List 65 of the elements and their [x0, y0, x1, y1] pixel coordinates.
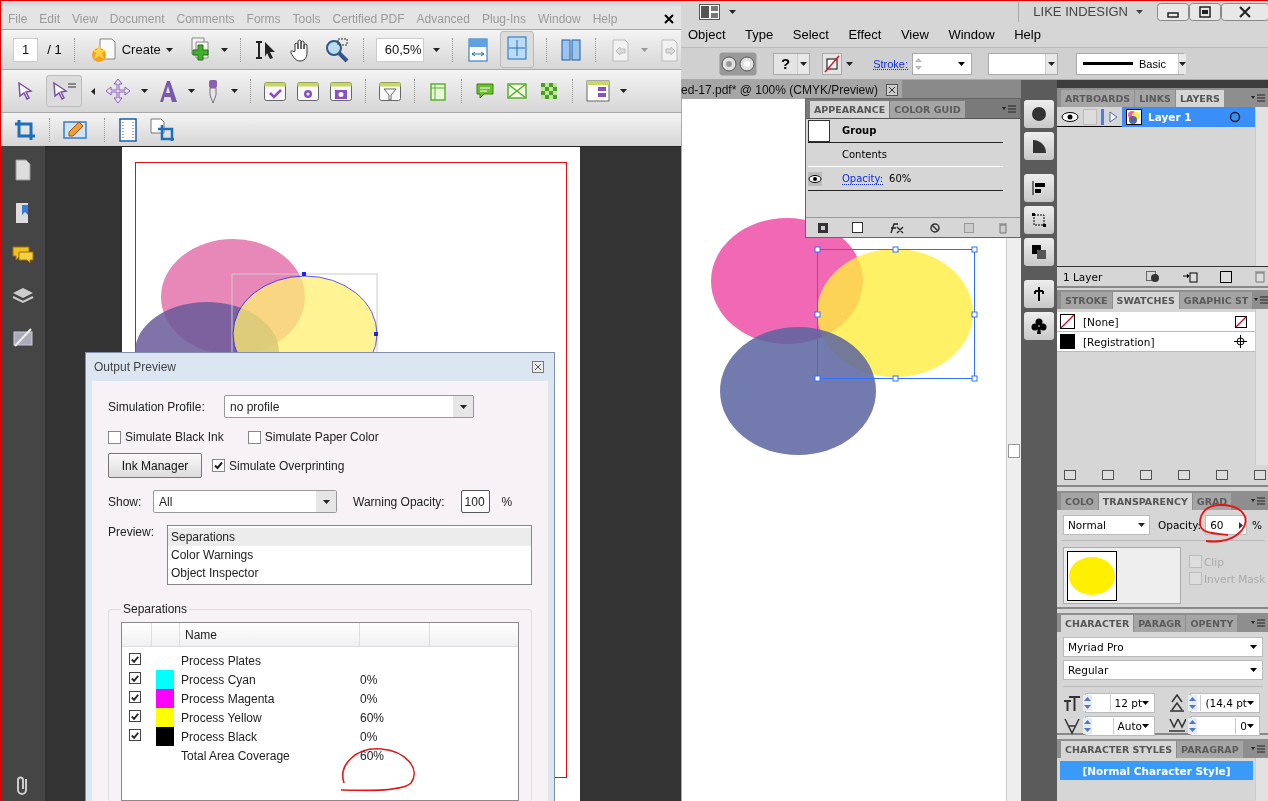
table-cell-text: Process Yellow	[180, 710, 263, 725]
tracking-field[interactable]: 0	[1190, 716, 1260, 736]
menu-item[interactable]: View	[900, 27, 929, 42]
warning-opacity-field[interactable]: 100	[460, 490, 490, 513]
panel-tab[interactable]: APPEARANCE	[810, 101, 890, 118]
field-label: Preview:	[108, 525, 155, 539]
menu-item[interactable]: Window	[948, 27, 995, 42]
table-cell-text: 0%	[360, 729, 379, 744]
menu-item[interactable]: Help	[1014, 27, 1041, 42]
panel-tab[interactable]: SWATCHES	[1112, 292, 1179, 309]
kerning-field[interactable]: Auto	[1085, 716, 1155, 736]
unit-label: %	[1251, 519, 1263, 531]
checkbox-label: Simulate Black Ink	[125, 430, 224, 444]
panel-tab[interactable]: LAYERS	[1175, 90, 1224, 107]
field-label: Simulation Profile:	[108, 399, 206, 414]
menu-item[interactable]: Effect	[848, 27, 882, 42]
font-size-field[interactable]: 12 pt	[1085, 693, 1155, 713]
document-tab[interactable]: ed-17.pdf* @ 100% (CMYK/Preview)	[681, 80, 902, 99]
attribute-value: 60%	[889, 173, 912, 184]
table-cell-text: 0%	[360, 691, 379, 706]
unit-label: %	[501, 494, 513, 509]
create-button[interactable]: Create	[86, 33, 175, 66]
attribute-link[interactable]: Opacity:	[842, 172, 884, 185]
stroke-style-dropdown[interactable]: Basic	[1076, 52, 1185, 75]
list-item[interactable]: Object Inspector	[168, 564, 531, 582]
leading-field[interactable]: (14,4 pt	[1190, 693, 1260, 713]
menu-item[interactable]: Type	[745, 27, 774, 42]
table-cell-text: Process Magenta	[180, 691, 276, 706]
font-style-dropdown[interactable]: Regular	[1063, 660, 1263, 680]
show-dropdown[interactable]: All	[153, 490, 337, 513]
blend-mode-dropdown[interactable]: Normal	[1063, 515, 1150, 535]
field-label: Warning Opacity:	[353, 494, 445, 509]
help-dropdown[interactable]: ?	[773, 52, 811, 75]
stroke-link[interactable]: Stroke:	[873, 57, 909, 70]
menu-item[interactable]: Object	[688, 27, 726, 42]
panel-tab[interactable]: CHARACTER	[1061, 615, 1134, 632]
opacity-field[interactable]: 60	[1205, 515, 1247, 535]
object-type: Group	[842, 125, 877, 136]
list-item[interactable]: Color Warnings	[168, 546, 531, 564]
layer-count: 1 Layer	[1063, 270, 1103, 283]
table-cell-text: 0%	[360, 672, 379, 687]
font-family-dropdown[interactable]: Myriad Pro	[1063, 637, 1263, 657]
panel-tab[interactable]: CHARACTER STYLES	[1061, 741, 1177, 758]
table-cell-text: Total Area Coverage	[180, 748, 291, 763]
contents-label[interactable]: Contents	[842, 149, 887, 160]
group-title: Separations	[122, 602, 189, 616]
ink-manager-button[interactable]: Ink Manager	[108, 453, 202, 478]
dialog-title: Output Preview	[94, 360, 177, 374]
table-cell-text: Process Plates	[180, 653, 263, 668]
workspace-switcher[interactable]: LIKE INDESIGN	[1033, 4, 1128, 19]
page-number-field[interactable]: 1	[13, 37, 39, 62]
table-cell-text: Process Black	[180, 729, 259, 744]
simulation-profile-dropdown[interactable]: no profile	[224, 395, 474, 418]
table-cell-text: 60%	[360, 710, 386, 725]
zoom-field[interactable]: 60,5%	[375, 37, 424, 62]
list-item[interactable]: Separations	[168, 528, 531, 546]
field-label: Show:	[108, 494, 143, 509]
field-label: Opacity:	[1158, 519, 1202, 531]
menu-item[interactable]: Select	[792, 27, 829, 42]
checkbox-label: Simulate Overprinting	[229, 458, 345, 473]
table-cell-text: Process Cyan	[180, 672, 257, 687]
page-count: / 1	[47, 42, 62, 57]
checkbox-label: Simulate Paper Color	[264, 430, 379, 444]
table-cell-text: 60%	[360, 748, 386, 763]
panel-tab[interactable]: TRANSPARENCY	[1098, 493, 1192, 510]
